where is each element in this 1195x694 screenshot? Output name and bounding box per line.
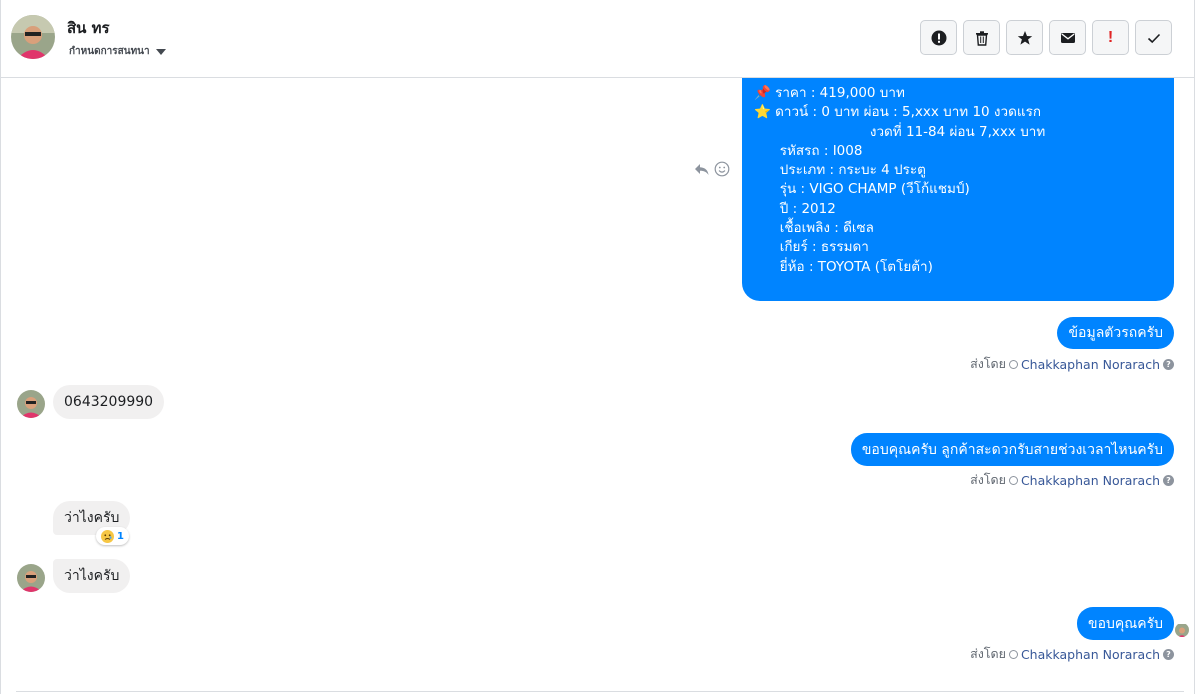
car-details-line: ยี่ห้อ : TOYOTA (โตโยต้า): [754, 258, 933, 275]
message-actions: [694, 161, 730, 177]
star-button[interactable]: [1006, 20, 1043, 55]
message-text: 0643209990: [64, 394, 154, 410]
car-details-line: ปี : 2012: [754, 200, 836, 217]
incoming-message[interactable]: 0643209990: [53, 385, 165, 419]
contact-avatar[interactable]: [11, 15, 55, 59]
contact-name: สิน ทร: [67, 19, 110, 37]
smiley-reaction-icon[interactable]: [714, 161, 730, 177]
car-details-line: รหัสรถ : I008: [754, 142, 863, 159]
help-icon[interactable]: ?: [1163, 358, 1174, 370]
mark-done-button[interactable]: [1135, 20, 1172, 55]
sender-name-link[interactable]: Chakkaphan Norarach: [1021, 473, 1160, 488]
envelope-icon: [1060, 32, 1075, 43]
car-details-message[interactable]: 📌 ราคา : 419,000 บาท ⭐ ดาวน์ : 0 บาท ผ่อ…: [742, 78, 1174, 301]
red-exclamation-icon: !: [1107, 28, 1114, 46]
sad-face-emoji-icon: [101, 529, 114, 543]
spam-button[interactable]: [920, 20, 957, 55]
follow-up-button[interactable]: !: [1092, 20, 1129, 55]
outgoing-message[interactable]: ขอบคุณครับ ลูกค้าสะดวกรับสายช่วงเวลาไหนค…: [850, 433, 1174, 466]
message-text: ว่าไงครับ: [64, 568, 120, 584]
message-thread: 📌 ราคา : 419,000 บาท ⭐ ดาวน์ : 0 บาท ผ่อ…: [1, 78, 1194, 692]
help-icon[interactable]: ?: [1163, 474, 1174, 486]
car-details-line: รุ่น : VIGO CHAMP (วีโก้แชมป์): [754, 181, 970, 198]
conversation-label-dropdown[interactable]: กำหนดการสนทนา: [69, 44, 166, 59]
sent-check-icon: [1008, 649, 1018, 659]
message-reaction[interactable]: 1: [96, 527, 129, 545]
reply-icon[interactable]: [694, 161, 710, 177]
trash-icon: [975, 30, 988, 46]
sender-name-link[interactable]: Chakkaphan Norarach: [1021, 647, 1160, 662]
sent-by-prefix: ส่งโดย: [970, 356, 1006, 371]
sent-by-prefix: ส่งโดย: [970, 472, 1006, 487]
conversation-header: สิน ทร กำหนดการสนทนา !: [1, 0, 1194, 78]
car-details-line: ประเภท : กระบะ 4 ประตู: [754, 162, 926, 179]
caret-down-icon: [155, 48, 166, 55]
sent-by-info: ส่งโดย Chakkaphan Norarach ?: [970, 470, 1174, 490]
sent-by-info: ส่งโดย Chakkaphan Norarach ?: [970, 644, 1174, 664]
message-text: ว่าไงครับ: [64, 510, 120, 526]
message-text: ขอบคุณครับ: [1088, 615, 1163, 632]
car-details-line: งวดที่ 11-84 ผ่อน 7,xxx บาท: [754, 123, 1046, 140]
help-icon[interactable]: ?: [1163, 648, 1174, 660]
sent-by-prefix: ส่งโดย: [970, 646, 1006, 661]
car-details-line: เชื้อเพลิง : ดีเซล: [754, 220, 874, 237]
message-text: ขอบคุณครับ ลูกค้าสะดวกรับสายช่วงเวลาไหนค…: [861, 441, 1163, 458]
sent-check-icon: [1008, 359, 1018, 369]
label-dropdown-text: กำหนดการสนทนา: [69, 46, 150, 57]
alert-circle-icon: [931, 30, 946, 45]
reaction-count: 1: [117, 530, 124, 542]
conversation-toolbar: !: [920, 20, 1172, 55]
car-details-line: ⭐ ดาวน์ : 0 บาท ผ่อน : 5,xxx บาท 10 งวดแ…: [754, 104, 1042, 121]
mark-unread-button[interactable]: [1049, 20, 1086, 55]
sent-check-icon: [1008, 475, 1018, 485]
star-icon: [1017, 30, 1032, 45]
composer-divider: [16, 691, 1184, 692]
sender-name-link[interactable]: Chakkaphan Norarach: [1021, 357, 1160, 372]
outgoing-message[interactable]: ข้อมูลตัวรถครับ: [1057, 317, 1174, 349]
seen-avatar: [1175, 623, 1189, 637]
incoming-message[interactable]: ว่าไงครับ: [53, 559, 131, 593]
sent-by-info: ส่งโดย Chakkaphan Norarach ?: [970, 354, 1174, 374]
car-details-line: 📌 ราคา : 419,000 บาท: [754, 85, 905, 101]
message-text: ข้อมูลตัวรถครับ: [1068, 325, 1163, 341]
contact-avatar-small[interactable]: [17, 390, 45, 418]
outgoing-message[interactable]: ขอบคุณครับ: [1077, 607, 1174, 640]
check-icon: [1147, 33, 1160, 43]
delete-button[interactable]: [963, 20, 1000, 55]
contact-avatar-small[interactable]: [17, 564, 45, 592]
car-details-line: เกียร์ : ธรรมดา: [754, 239, 869, 256]
